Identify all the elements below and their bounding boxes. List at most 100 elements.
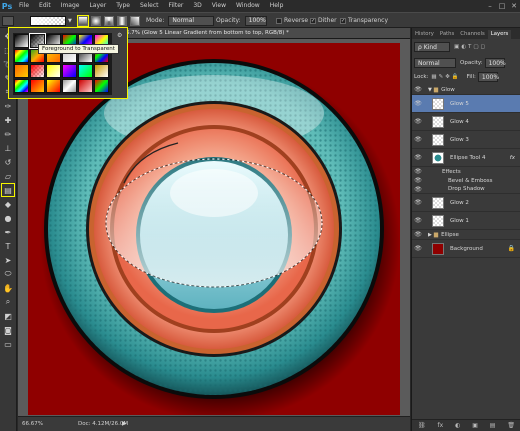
menu-select[interactable]: Select	[135, 0, 164, 12]
pen-tool-icon[interactable]: ✒	[2, 226, 14, 238]
menu-3d[interactable]: 3D	[188, 0, 206, 12]
menu-edit[interactable]: Edit	[34, 0, 56, 12]
mode-select[interactable]: Normal	[168, 15, 215, 26]
menu-type[interactable]: Type	[111, 0, 135, 12]
angle-gradient-button[interactable]	[104, 15, 114, 26]
layer-background[interactable]: 👁 Background 🔒	[412, 240, 520, 258]
radial-gradient-button[interactable]	[91, 15, 101, 26]
healing-brush-tool-icon[interactable]: ✚	[2, 114, 14, 126]
layer-glow-4[interactable]: 👁 Glow 4	[412, 113, 520, 131]
quick-mask-icon[interactable]: ◙	[2, 324, 14, 336]
transparency-checkbox[interactable]: ✓	[340, 17, 346, 24]
effects-row[interactable]: 👁 Effects	[412, 167, 520, 176]
gear-icon[interactable]: ⚙	[117, 32, 122, 39]
tab-layers[interactable]: Layers	[487, 30, 512, 39]
adjustment-layer-icon[interactable]: ◐	[455, 422, 460, 429]
eye-icon[interactable]: 👁	[412, 154, 424, 161]
gradient-swatch-21[interactable]	[46, 79, 61, 93]
reflected-gradient-button[interactable]	[117, 15, 127, 26]
menu-file[interactable]: File	[14, 0, 34, 12]
gradient-swatch-16[interactable]	[62, 64, 77, 78]
lock-icons[interactable]: ▦✎✥🔒	[431, 74, 460, 80]
menu-view[interactable]: View	[207, 0, 231, 12]
eye-icon[interactable]: 👁	[412, 186, 424, 193]
gradient-swatch-23[interactable]	[78, 79, 93, 93]
linear-gradient-button[interactable]	[77, 14, 89, 27]
eyedropper-tool-icon[interactable]: ✑	[2, 100, 14, 112]
menu-layer[interactable]: Layer	[84, 0, 111, 12]
menu-filter[interactable]: Filter	[164, 0, 189, 12]
dither-option[interactable]: ✓ Dither	[310, 15, 337, 26]
eye-icon[interactable]: 👁	[412, 199, 424, 206]
gradient-swatch-17[interactable]	[78, 64, 93, 78]
zoom-tool-icon[interactable]: ⌕	[2, 296, 14, 308]
tab-history[interactable]: History	[412, 30, 437, 39]
gradient-tool-preset[interactable]	[2, 15, 14, 26]
eye-icon[interactable]: 👁	[412, 245, 424, 252]
chevron-down-icon[interactable]: ▼	[68, 18, 72, 24]
eye-icon[interactable]: 👁	[412, 86, 424, 93]
gradient-swatch-20[interactable]	[30, 79, 45, 93]
fx-icon[interactable]: fx	[510, 155, 515, 161]
gradient-swatch-14[interactable]	[30, 64, 45, 78]
maximize-button[interactable]: □	[496, 0, 508, 12]
clone-stamp-tool-icon[interactable]: ⊥	[2, 142, 14, 154]
history-brush-tool-icon[interactable]: ↺	[2, 156, 14, 168]
gradient-swatch-18[interactable]	[94, 64, 109, 78]
menu-help[interactable]: Help	[265, 0, 289, 12]
type-tool-icon[interactable]: T	[2, 240, 14, 252]
screen-mode-icon[interactable]: ▭	[2, 338, 14, 350]
gradient-preview[interactable]: ▼	[30, 15, 72, 26]
add-mask-icon[interactable]: ▣	[472, 422, 478, 429]
trash-icon[interactable]: 🗑	[507, 422, 515, 429]
zoom-level[interactable]: 66.67%	[22, 421, 43, 427]
gradient-swatch-7[interactable]	[14, 49, 29, 63]
effect-drop-shadow[interactable]: 👁 Drop Shadow	[412, 185, 520, 194]
minimize-button[interactable]: –	[484, 0, 496, 12]
chevron-right-icon[interactable]: ▶	[122, 420, 127, 427]
brush-tool-icon[interactable]: ✏	[2, 128, 14, 140]
eye-icon[interactable]: 👁	[412, 168, 424, 175]
layer-group-glow[interactable]: 👁 ▼ ▆ Glow	[412, 85, 520, 95]
eye-icon[interactable]: 👁	[412, 217, 424, 224]
dodge-tool-icon[interactable]: ●	[2, 212, 14, 224]
gradient-swatch-24[interactable]	[94, 79, 109, 93]
tab-paths[interactable]: Paths	[437, 30, 457, 39]
gradient-swatch-1[interactable]	[14, 34, 29, 48]
ellipse-tool-icon[interactable]: ⬭	[2, 268, 14, 280]
eraser-tool-icon[interactable]: ▱	[2, 170, 14, 182]
eye-icon[interactable]: 👁	[412, 136, 424, 143]
menu-window[interactable]: Window	[231, 0, 265, 12]
fill-field[interactable]: 100%	[477, 72, 499, 82]
chevron-down-icon[interactable]: ▼	[428, 87, 432, 93]
gradient-swatch-19[interactable]	[14, 79, 29, 93]
tool-preset-icon[interactable]	[2, 15, 14, 26]
panel-opacity-field[interactable]: 100%	[484, 58, 506, 68]
transparency-option[interactable]: ✓ Transparency	[340, 15, 388, 26]
gradient-swatch-15[interactable]	[46, 64, 61, 78]
gradient-tool-icon[interactable]: ▤	[1, 183, 15, 197]
eye-icon[interactable]: 👁	[412, 231, 424, 238]
reverse-option[interactable]: Reverse	[276, 15, 308, 26]
layer-ellipse-tool-4[interactable]: 👁 Ellipse Tool 4 fx	[412, 149, 520, 167]
diamond-gradient-button[interactable]	[130, 15, 140, 26]
blur-tool-icon[interactable]: ◆	[2, 198, 14, 210]
gradient-swatch-13[interactable]	[14, 64, 29, 78]
color-swatches-icon[interactable]: ◩	[2, 310, 14, 322]
chevron-right-icon[interactable]: ▶	[428, 232, 432, 238]
layer-glow-3[interactable]: 👁 Glow 3	[412, 131, 520, 149]
menu-image[interactable]: Image	[56, 0, 85, 12]
effect-bevel-emboss[interactable]: 👁 Bevel & Emboss	[412, 176, 520, 185]
gradient-swatch-22[interactable]	[62, 79, 77, 93]
layer-glow-1[interactable]: 👁 Glow 1	[412, 212, 520, 230]
blend-mode-select[interactable]: Normal	[414, 58, 456, 68]
layer-glow-5[interactable]: 👁 Glow 5	[412, 95, 520, 113]
link-layers-icon[interactable]: ⛓	[418, 422, 426, 429]
eye-icon[interactable]: 👁	[412, 100, 424, 107]
new-layer-icon[interactable]: ▤	[490, 422, 496, 429]
filter-icons[interactable]: ▣◐T▢◻	[454, 44, 487, 50]
close-button[interactable]: ✕	[508, 0, 520, 12]
hand-tool-icon[interactable]: ✋	[2, 282, 14, 294]
reverse-checkbox[interactable]	[276, 17, 282, 24]
layer-group-ellipse[interactable]: 👁 ▶ ▆ Ellipse	[412, 230, 520, 240]
